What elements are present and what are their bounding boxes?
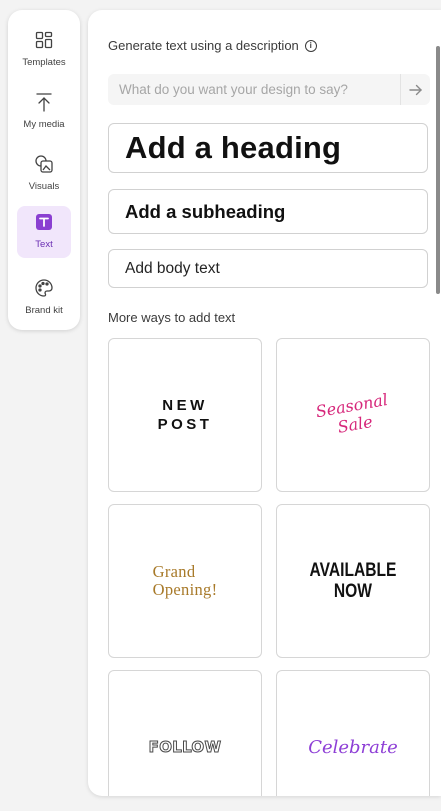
templates-icon [33, 29, 55, 51]
rail-item-text[interactable]: Text [17, 206, 71, 258]
panel-scrollbar[interactable] [436, 10, 441, 796]
tile-text-follow: FOLLOW [148, 738, 222, 757]
add-subheading-button[interactable]: Add a subheading [108, 189, 428, 234]
left-rail: Templates My media Visuals Text Brand ki… [8, 10, 80, 330]
add-subheading-label: Add a subheading [125, 200, 286, 222]
add-heading-label: Add a heading [125, 130, 342, 165]
text-style-tile-grand-opening[interactable]: Grand Opening! [108, 504, 262, 658]
text-style-tile-new-post[interactable]: NEW POST [108, 338, 262, 492]
panel-scrollbar-thumb[interactable] [436, 46, 440, 294]
palette-icon [33, 277, 55, 299]
text-style-tile-available-now[interactable]: AVAILABLE NOW [276, 504, 430, 658]
info-icon[interactable]: i [304, 39, 317, 52]
tile-text-celebrate: Celebrate [308, 736, 398, 758]
rail-label-visuals: Visuals [28, 181, 60, 192]
rail-item-my-media[interactable]: My media [17, 86, 71, 138]
rail-label-templates: Templates [22, 57, 66, 68]
prompt-input[interactable] [108, 74, 400, 105]
add-body-text-button[interactable]: Add body text [108, 249, 428, 288]
submit-arrow-icon[interactable] [400, 74, 430, 105]
tile-text-seasonal-sale: Seasonal Sale [313, 389, 389, 437]
tile-text-new-post: NEW POST [157, 397, 213, 433]
rail-item-visuals[interactable]: Visuals [17, 148, 71, 200]
generate-title-text: Generate text using a description [108, 38, 299, 53]
rail-item-templates[interactable]: Templates [17, 24, 71, 76]
generate-title: Generate text using a description i [108, 38, 317, 53]
more-ways-title: More ways to add text [108, 310, 236, 325]
text-style-tile-celebrate[interactable]: Celebrate [276, 670, 430, 796]
text-style-tile-follow[interactable]: FOLLOW [108, 670, 262, 796]
text-style-tile-seasonal-sale[interactable]: Seasonal Sale [276, 338, 430, 492]
rail-item-brand-kit[interactable]: Brand kit [17, 272, 71, 324]
add-heading-button[interactable]: Add a heading [108, 123, 428, 173]
text-icon [33, 211, 55, 233]
upload-icon [33, 91, 55, 113]
visuals-icon [33, 153, 55, 175]
tile-text-available-now: AVAILABLE NOW [309, 560, 397, 602]
add-body-text-label: Add body text [125, 259, 220, 277]
tile-text-grand-opening: Grand Opening! [152, 562, 218, 599]
rail-label-brand-kit: Brand kit [25, 305, 63, 316]
prompt-box [108, 74, 430, 105]
rail-label-text: Text [35, 239, 53, 250]
rail-label-my-media: My media [23, 119, 65, 130]
text-panel: Generate text using a description i Add … [88, 10, 441, 796]
